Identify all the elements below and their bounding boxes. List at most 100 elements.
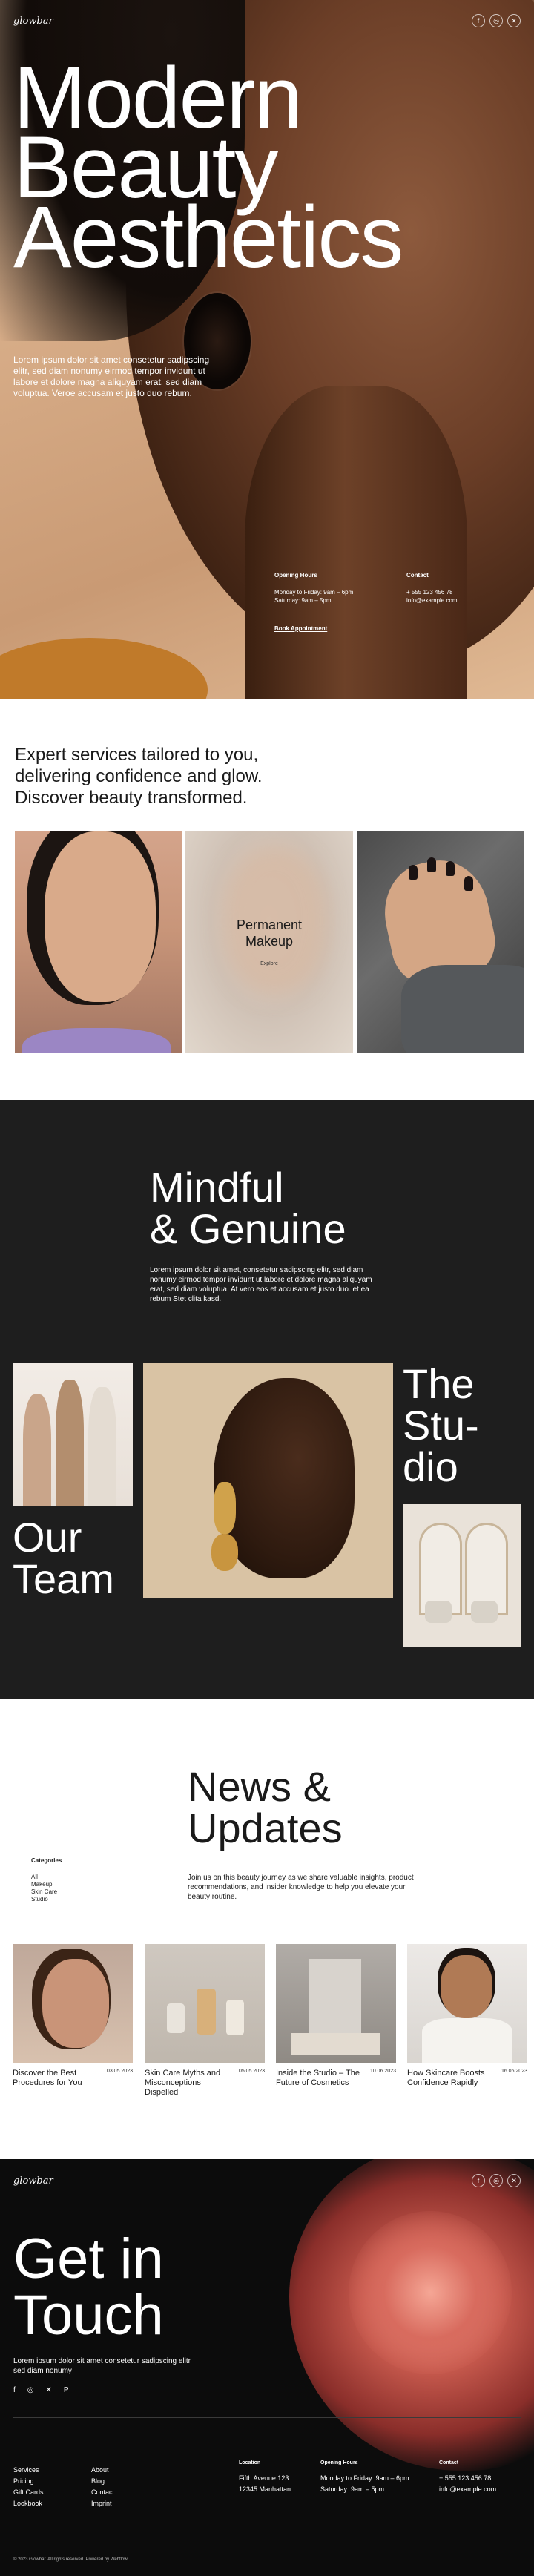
hours-line: Saturday: 9am – 5pm [274, 597, 332, 604]
about-section: Mindful & Genuine Lorem ipsum dolor sit … [0, 1100, 534, 1699]
nail-shape [464, 876, 473, 891]
contact-heading: Contact [406, 572, 429, 579]
team-image[interactable] [13, 1363, 133, 1506]
logo[interactable]: glowbar [13, 16, 53, 27]
footer-logo[interactable]: glowbar [13, 2175, 53, 2187]
x-icon[interactable]: ✕ [46, 2386, 52, 2394]
instagram-icon[interactable]: ◎ [490, 2174, 503, 2187]
facebook-icon[interactable]: f [472, 14, 485, 27]
post-title[interactable]: Skin Care Myths and Misconceptions Dispe… [145, 2069, 230, 2098]
category-filter: Categories All Makeup Skin Care Studio [31, 1857, 62, 1903]
studio-image[interactable] [403, 1504, 521, 1647]
footer-link-contact[interactable]: Contact [91, 2487, 114, 2498]
studio-label-line: Stu- [403, 1402, 479, 1449]
service-card-permanent-makeup[interactable]: Permanent Makeup Explore [185, 831, 353, 1053]
garment-image [22, 1028, 171, 1053]
service-card-nails[interactable] [357, 831, 524, 1053]
post-date: 16.06.2023 [501, 2069, 527, 2074]
post-image [13, 1944, 133, 2063]
contact-heading-line: Get in [13, 2227, 164, 2290]
footer-link-gift-cards[interactable]: Gift Cards [13, 2487, 44, 2498]
bottle-shape [197, 1989, 216, 2035]
news-heading-line: News & [188, 1763, 331, 1810]
pinterest-icon[interactable]: P [64, 2386, 69, 2394]
post-title[interactable]: Discover the Best Procedures for You [13, 2069, 98, 2088]
footer-link-imprint[interactable]: Imprint [91, 2498, 114, 2509]
studio-label-line: The [403, 1360, 475, 1407]
person-shape [23, 1394, 51, 1506]
post-title[interactable]: Inside the Studio – The Future of Cosmet… [276, 2069, 361, 2088]
contact-heading: Get in Touch [13, 2231, 164, 2344]
footer-nav-bar: glowbar f ◎ ✕ [13, 2174, 521, 2187]
service-card-skincare[interactable] [15, 831, 182, 1053]
footer-link-blog[interactable]: Blog [91, 2476, 114, 2487]
category-studio[interactable]: Studio [31, 1896, 62, 1903]
footer-email-link[interactable]: info@example.com [439, 2484, 496, 2495]
news-section: News & Updates Categories All Makeup Ski… [0, 1699, 534, 2159]
footer-phone-link[interactable]: + 555 123 456 78 [439, 2473, 496, 2484]
studio-label-line: dio [403, 1443, 458, 1490]
nail-shape [427, 857, 436, 872]
footer-link-services[interactable]: Services [13, 2465, 44, 2476]
phone-link[interactable]: + 555 123 456 78 [406, 588, 458, 596]
post-meta: How Skincare Boosts Confidence Rapidly 1… [407, 2069, 527, 2088]
instagram-icon[interactable]: ◎ [27, 2386, 34, 2394]
categories-heading: Categories [31, 1857, 62, 1864]
category-makeup[interactable]: Makeup [31, 1881, 62, 1888]
blog-post-card[interactable]: How Skincare Boosts Confidence Rapidly 1… [407, 1944, 527, 2088]
hours-line: Monday to Friday: 9am – 6pm [274, 589, 354, 596]
blog-post-card[interactable]: Skin Care Myths and Misconceptions Dispe… [145, 1944, 265, 2098]
footer-link-lookbook[interactable]: Lookbook [13, 2498, 44, 2509]
service-card-link[interactable]: Explore [185, 961, 353, 966]
hero-section: glowbar f ◎ ✕ Modern Beauty Aesthetics L… [0, 0, 534, 699]
footer-contact: Contact + 555 123 456 78 info@example.co… [439, 2457, 496, 2495]
portrait-image [44, 831, 156, 1002]
news-intro: Join us on this beauty journey as we sha… [188, 1874, 414, 1901]
about-heading-line: & Genuine [150, 1205, 346, 1252]
hero-intro: Lorem ipsum dolor sit amet consetetur sa… [13, 355, 210, 398]
copyright: © 2023 Glowbar. All rights reserved. Pow… [13, 2557, 129, 2562]
team-label[interactable]: Our Team [13, 1517, 114, 1600]
contact-social-icons: f ◎ ✕ P [13, 2386, 69, 2394]
facebook-icon[interactable]: f [472, 2174, 485, 2187]
facebook-icon[interactable]: f [13, 2386, 16, 2394]
x-icon[interactable]: ✕ [507, 14, 521, 27]
email-link[interactable]: info@example.com [406, 596, 458, 605]
garment-shape [422, 2018, 512, 2063]
bottle-shape [226, 2000, 244, 2035]
contact-section: glowbar f ◎ ✕ Get in Touch Lorem ipsum d… [0, 2159, 534, 2576]
post-date: 10.06.2023 [369, 2069, 396, 2074]
blog-post-card[interactable]: Inside the Studio – The Future of Cosmet… [276, 1944, 396, 2088]
post-title[interactable]: How Skincare Boosts Confidence Rapidly [407, 2069, 492, 2088]
portrait-shape [441, 1955, 492, 2018]
contact-info: Contact + 555 123 456 78 info@example.co… [406, 571, 458, 605]
nail-shape [409, 865, 418, 880]
address-line: Fifth Avenue 123 [239, 2474, 289, 2482]
category-all[interactable]: All [31, 1874, 62, 1881]
studio-label[interactable]: The Stu- dio [403, 1363, 479, 1488]
x-icon[interactable]: ✕ [507, 2174, 521, 2187]
post-image [407, 1944, 527, 2063]
hours-line: Monday to Friday: 9am – 6pm [320, 2474, 409, 2482]
news-heading: News & Updates [188, 1766, 343, 1849]
footer-link-about[interactable]: About [91, 2465, 114, 2476]
hero-title: Modern Beauty Aesthetics [13, 54, 403, 281]
footer-hours: Opening Hours Monday to Friday: 9am – 6p… [320, 2457, 409, 2495]
category-skin-care[interactable]: Skin Care [31, 1888, 62, 1896]
portrait-shape [42, 1959, 109, 2048]
team-label-line: Our [13, 1514, 82, 1561]
instagram-icon[interactable]: ◎ [490, 14, 503, 27]
service-card-title: Permanent Makeup [185, 917, 353, 949]
bottle-shape [167, 2003, 185, 2033]
top-nav: glowbar f ◎ ✕ [13, 13, 521, 28]
footer-links-col1: Services Pricing Gift Cards Lookbook [13, 2465, 44, 2509]
hero-garment-image [0, 638, 208, 699]
footer-contact-heading: Contact [439, 2460, 459, 2465]
footer-link-pricing[interactable]: Pricing [13, 2476, 44, 2487]
book-appointment-link[interactable]: Book Appointment [274, 625, 327, 632]
service-card-title-line: Makeup [245, 934, 294, 949]
contact-subtitle: Lorem ipsum dolor sit amet consetetur sa… [13, 2357, 191, 2375]
contact-heading-line: Touch [13, 2284, 164, 2347]
blog-post-card[interactable]: Discover the Best Procedures for You 03.… [13, 1944, 133, 2088]
footer-divider [13, 2417, 521, 2418]
